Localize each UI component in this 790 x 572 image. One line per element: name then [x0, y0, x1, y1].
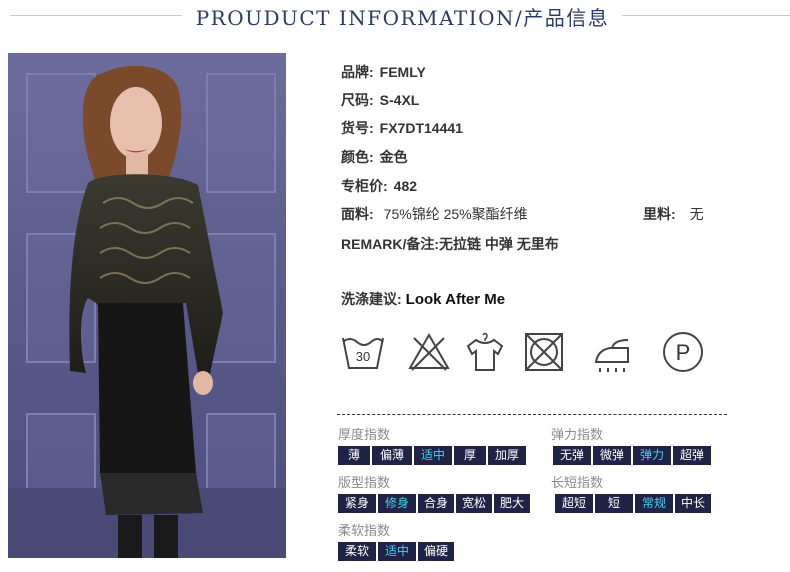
lining-row: 里料: 无	[643, 204, 704, 224]
tag-softness-medium: 适中	[378, 542, 416, 561]
price-row: 专柜价: 482	[341, 176, 417, 196]
size-value: S-4XL	[379, 92, 420, 108]
fabric-value: 75%锦纶 25%聚酯纤维	[383, 206, 528, 222]
remark-value: 无拉链 中弹 无里布	[439, 236, 559, 252]
dry-clean-letter: P	[676, 340, 691, 365]
tag-length-regular: 常规	[635, 494, 673, 513]
sku-value: FX7DT14441	[379, 120, 463, 136]
fit-index-label: 版型指数	[338, 475, 391, 490]
care-label: 洗涤建议:	[341, 291, 402, 307]
dry-clean-p-icon: P	[663, 332, 703, 372]
brand-value: FEMLY	[379, 64, 426, 80]
remark-row: REMARK/备注:无拉链 中弹 无里布	[341, 234, 559, 254]
model-figure	[69, 65, 223, 558]
thickness-index-label: 厚度指数	[338, 427, 391, 442]
product-photo	[8, 53, 286, 558]
tag-elasticity-slight: 微弹	[593, 446, 631, 465]
remark-label: REMARK/备注:	[341, 236, 439, 252]
softness-index-options: 柔软 适中 偏硬	[338, 542, 454, 561]
tag-thickness-thick: 厚	[454, 446, 486, 465]
no-tumble-dry-icon	[525, 333, 563, 371]
tag-elasticity-super: 超弹	[673, 446, 711, 465]
elasticity-index-options: 无弹 微弹 弹力 超弹	[553, 446, 711, 465]
thickness-index-options: 薄 偏薄 适中 厚 加厚	[338, 446, 526, 465]
lining-label: 里料:	[643, 206, 676, 222]
brand-row: 品牌: FEMLY	[341, 62, 426, 82]
sku-label: 货号:	[341, 120, 374, 136]
wash-temp: 30	[356, 349, 370, 364]
tag-length-short: 短	[595, 494, 633, 513]
tag-fit-loose: 宽松	[456, 494, 492, 513]
tag-thickness-medium: 适中	[414, 446, 452, 465]
color-value: 金色	[379, 149, 408, 165]
tag-elasticity-none: 无弹	[553, 446, 591, 465]
tag-fit-slim: 修身	[378, 494, 416, 513]
tag-fit-tight: 紧身	[338, 494, 376, 513]
color-label: 颜色:	[341, 149, 374, 165]
fabric-label: 面料:	[341, 206, 374, 222]
tag-softness-soft: 柔软	[338, 542, 376, 561]
iron-icon	[594, 339, 629, 372]
length-index-label: 长短指数	[551, 475, 604, 490]
tag-elasticity-stretch: 弹力	[633, 446, 671, 465]
size-row: 尺码: S-4XL	[341, 90, 419, 110]
fabric-row: 面料: 75%锦纶 25%聚酯纤维	[341, 204, 528, 224]
tag-thickness-thin: 薄	[338, 446, 370, 465]
header-divider-left	[10, 15, 182, 16]
lining-value: 无	[689, 206, 704, 222]
elasticity-index-label: 弹力指数	[551, 427, 604, 442]
tag-length-extra-short: 超短	[555, 494, 593, 513]
header-divider-right	[622, 15, 790, 16]
tag-softness-stiff: 偏硬	[418, 542, 454, 561]
section-title: PROUDUCT INFORMATION/产品信息	[195, 6, 610, 30]
sku-row: 货号: FX7DT14441	[341, 118, 463, 138]
price-value: 482	[393, 178, 418, 194]
tag-thickness-extra-thick: 加厚	[488, 446, 526, 465]
care-value: Look After Me	[405, 291, 506, 308]
fit-index-options: 紧身 修身 合身 宽松 肥大	[338, 494, 530, 513]
softness-index-label: 柔软指数	[338, 523, 391, 538]
hang-dry-icon	[466, 332, 504, 371]
care-heading: 洗涤建议: Look After Me	[341, 289, 505, 309]
price-label: 专柜价:	[341, 178, 388, 194]
tag-length-mid-long: 中长	[675, 494, 711, 513]
dashed-divider	[337, 414, 727, 415]
tag-thickness-slightly-thin: 偏薄	[372, 446, 412, 465]
length-index-options: 超短 短 常规 中长	[555, 494, 711, 513]
color-row: 颜色: 金色	[341, 147, 408, 167]
tag-fit-oversized: 肥大	[494, 494, 530, 513]
size-label: 尺码:	[341, 92, 374, 108]
no-bleach-icon	[408, 332, 450, 371]
wash-30-icon: 30	[342, 337, 384, 369]
tag-fit-regular: 合身	[418, 494, 454, 513]
brand-label: 品牌:	[341, 64, 374, 80]
